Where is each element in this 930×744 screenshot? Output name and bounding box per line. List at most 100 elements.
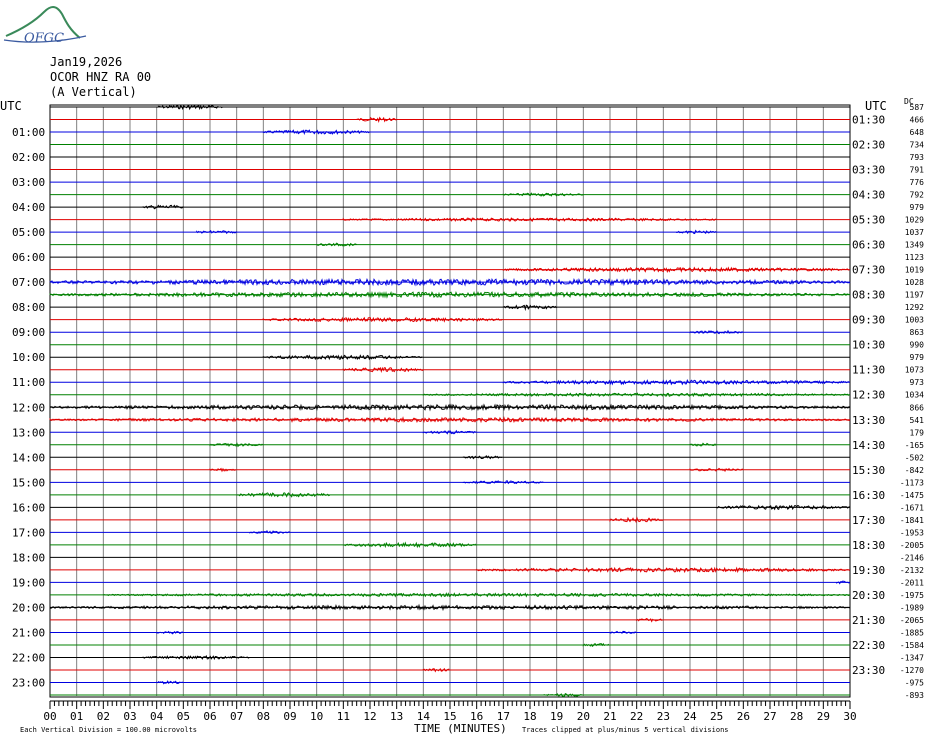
date-label: Jan19,2026 <box>50 55 122 69</box>
trace-activity <box>502 379 850 386</box>
x-tick-label: 05 <box>177 710 190 723</box>
dc-offset-label: 1292 <box>905 303 924 312</box>
dc-offset-label: 587 <box>910 103 925 112</box>
left-hour-labels: 01:00 02:00 03:00 04:00 05:00 06:00 07:00 08:00… <box>12 126 45 689</box>
dc-offset-label: -502 <box>905 453 924 462</box>
left-hour-label: 18:00 <box>12 551 45 564</box>
right-hour-label: 01:30 <box>852 114 885 127</box>
x-axis: 00 01 02 03 04 05 06 07 08 09 10 11 12 13 14 15 16 17 18 19… <box>43 700 857 723</box>
right-hour-label: 12:30 <box>852 389 885 402</box>
left-hour-label: 10:00 <box>12 351 45 364</box>
dc-offset-label: -1270 <box>900 666 924 675</box>
dc-offset-label: -975 <box>905 678 924 687</box>
dc-offset-label: 776 <box>910 178 925 187</box>
dc-offset-labels: 587 466 648 734 793 791 776 792 979 1029 1037 1349 1… <box>900 103 924 700</box>
right-hour-label: 04:30 <box>852 189 885 202</box>
trace-activity <box>422 667 450 673</box>
x-tick-label: 20 <box>577 710 590 723</box>
right-hour-label: 23:30 <box>852 664 885 677</box>
dc-offset-label: -842 <box>905 466 924 475</box>
dc-offset-label: 990 <box>910 341 925 350</box>
footer-left: Each Vertical Division = 100.00 microvol… <box>20 726 197 734</box>
dc-offset-label: -1953 <box>900 528 924 537</box>
x-tick-label: 28 <box>790 710 803 723</box>
right-hour-label: 22:30 <box>852 639 885 652</box>
station-label: OCOR HNZ RA 00 <box>50 70 151 84</box>
x-tick-label: 24 <box>683 710 697 723</box>
dc-offset-label: 466 <box>910 116 925 125</box>
dc-offset-label: -1347 <box>900 653 924 662</box>
x-tick-label: 09 <box>283 710 296 723</box>
x-tick-label: 11 <box>337 710 350 723</box>
dc-offset-label: -1841 <box>900 516 924 525</box>
x-tick-label: 23 <box>657 710 670 723</box>
trace-activity <box>156 630 183 635</box>
dc-offset-label: -1975 <box>900 591 924 600</box>
dc-offset-label: -1885 <box>900 628 924 637</box>
left-hour-label: 09:00 <box>12 326 45 339</box>
x-tick-label: 26 <box>737 710 750 723</box>
trace-activity <box>342 541 477 549</box>
dc-offset-label: 866 <box>910 403 925 412</box>
right-hour-label: 18:30 <box>852 539 885 552</box>
x-tick-label: 30 <box>843 710 856 723</box>
footer-right: Traces clipped at plus/minus 5 vertical … <box>522 726 729 734</box>
left-hour-label: 17:00 <box>12 526 45 539</box>
dc-offset-label: -1584 <box>900 641 924 650</box>
right-hour-label: 05:30 <box>852 214 885 227</box>
x-tick-label: 13 <box>390 710 403 723</box>
right-hour-labels: 01:30 02:30 03:30 04:30 05:30 06:30 07:30 08:30… <box>852 114 885 677</box>
dc-offset-label: 979 <box>910 203 925 212</box>
x-tick-label: 01 <box>70 710 83 723</box>
left-axis-title: UTC <box>0 99 22 113</box>
right-hour-label: 10:30 <box>852 339 885 352</box>
x-tick-label: 02 <box>97 710 110 723</box>
right-hour-label: 13:30 <box>852 414 885 427</box>
left-hour-label: 21:00 <box>12 626 45 639</box>
x-tick-label: 25 <box>710 710 723 723</box>
trace-activity <box>156 680 183 685</box>
dc-offset-label: 1019 <box>905 266 924 275</box>
dc-offset-label: -2011 <box>900 578 924 587</box>
right-hour-label: 15:30 <box>852 464 885 477</box>
left-hour-label: 07:00 <box>12 276 45 289</box>
trace-activity <box>356 116 397 123</box>
trace-activity <box>209 467 237 473</box>
dc-offset-label: -2065 <box>900 616 924 625</box>
trace-activity <box>196 230 238 235</box>
dc-offset-label: 1037 <box>905 228 924 237</box>
x-tick-label: 00 <box>43 710 56 723</box>
dc-offset-label: -1173 <box>900 478 924 487</box>
right-hour-label: 07:30 <box>852 264 885 277</box>
right-hour-label: 08:30 <box>852 289 885 302</box>
dc-offset-label: 1034 <box>905 391 924 400</box>
x-tick-label: 12 <box>363 710 376 723</box>
x-tick-label: 08 <box>257 710 270 723</box>
right-hour-label: 21:30 <box>852 614 885 627</box>
x-tick-label: 03 <box>123 710 136 723</box>
left-hour-label: 11:00 <box>12 376 45 389</box>
left-hour-label: 04:00 <box>12 201 45 214</box>
dc-offset-label: 541 <box>910 416 925 425</box>
x-tick-label: 06 <box>203 710 216 723</box>
left-hour-label: 03:00 <box>12 176 45 189</box>
left-hour-label: 02:00 <box>12 151 45 164</box>
left-hour-label: 23:00 <box>12 676 45 689</box>
x-tick-label: 04 <box>150 710 164 723</box>
x-tick-label: 19 <box>550 710 563 723</box>
right-hour-label: 11:30 <box>852 364 885 377</box>
dc-offset-label: -1671 <box>900 503 924 512</box>
right-hour-label: 20:30 <box>852 589 885 602</box>
left-hour-label: 01:00 <box>12 126 45 139</box>
left-hour-label: 05:00 <box>12 226 45 239</box>
x-axis-title: TIME (MINUTES) <box>414 722 507 735</box>
left-hour-label: 14:00 <box>12 451 45 464</box>
left-hour-label: 22:00 <box>12 651 45 664</box>
helicorder-chart: OFGC Jan19,2026 OCOR HNZ RA 00 (A Vertic… <box>0 6 924 735</box>
dc-offset-label: 793 <box>910 153 925 162</box>
dc-offset-label: 791 <box>910 166 925 175</box>
left-hour-label: 06:00 <box>12 251 45 264</box>
dc-offset-label: 1028 <box>905 278 924 287</box>
dc-offset-label: -2146 <box>900 553 924 562</box>
component-label: (A Vertical) <box>50 85 137 99</box>
